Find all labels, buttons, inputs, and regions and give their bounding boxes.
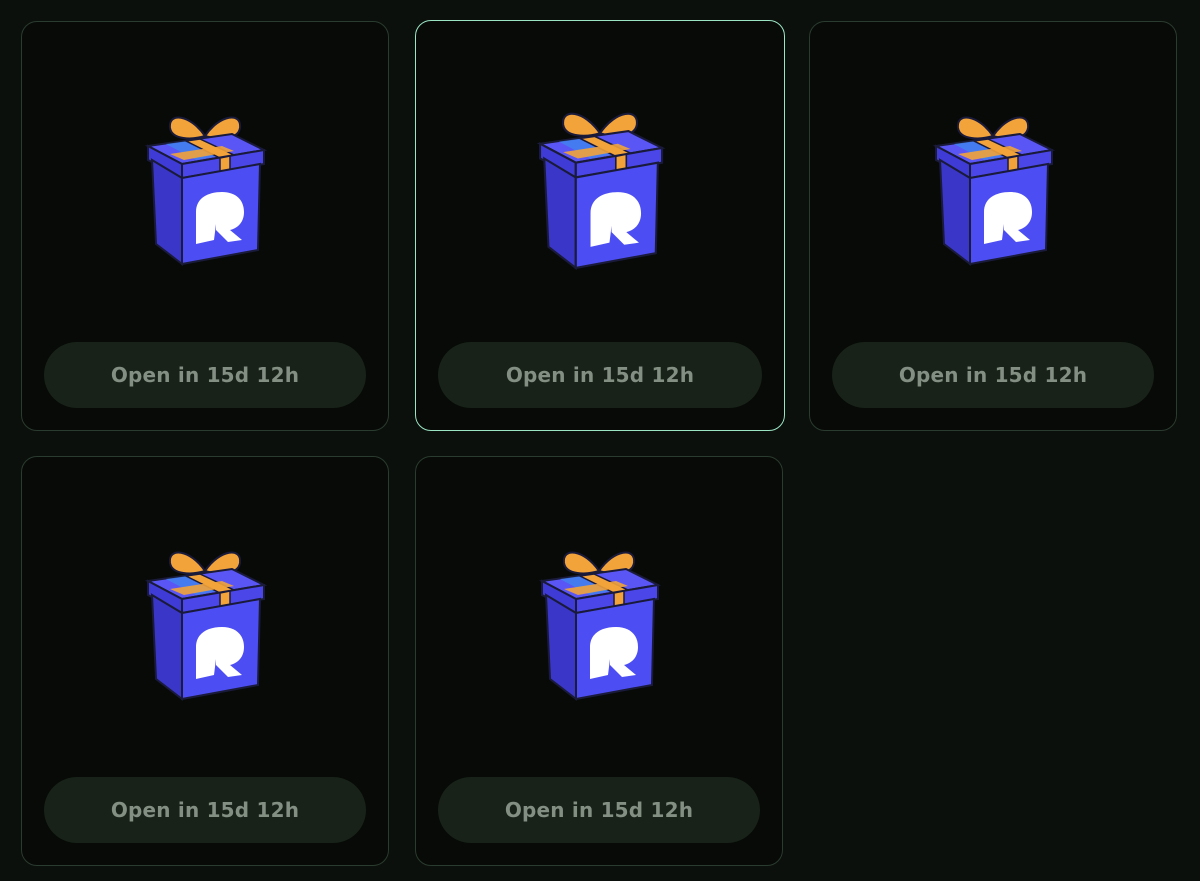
open-timer-button[interactable]: Open in 15d 12h — [44, 777, 366, 843]
open-timer-button[interactable]: Open in 15d 12h — [438, 342, 762, 408]
open-timer-button[interactable]: Open in 15d 12h — [438, 777, 760, 843]
gift-box-icon — [130, 529, 280, 719]
reward-card[interactable]: Open in 15d 12h — [415, 456, 783, 866]
gift-box-icon — [130, 94, 280, 284]
reward-card[interactable]: Open in 15d 12h — [21, 456, 389, 866]
reward-card[interactable]: Open in 15d 12h — [21, 21, 389, 431]
gift-box-icon — [918, 94, 1068, 284]
open-timer-button[interactable]: Open in 15d 12h — [44, 342, 366, 408]
reward-card-selected[interactable]: Open in 15d 12h — [415, 20, 785, 431]
reward-grid: Open in 15d 12h Open in 15d 12h Open in … — [0, 0, 1200, 881]
gift-box-icon — [520, 89, 680, 289]
gift-box-icon — [524, 529, 674, 719]
open-timer-button[interactable]: Open in 15d 12h — [832, 342, 1154, 408]
reward-card[interactable]: Open in 15d 12h — [809, 21, 1177, 431]
